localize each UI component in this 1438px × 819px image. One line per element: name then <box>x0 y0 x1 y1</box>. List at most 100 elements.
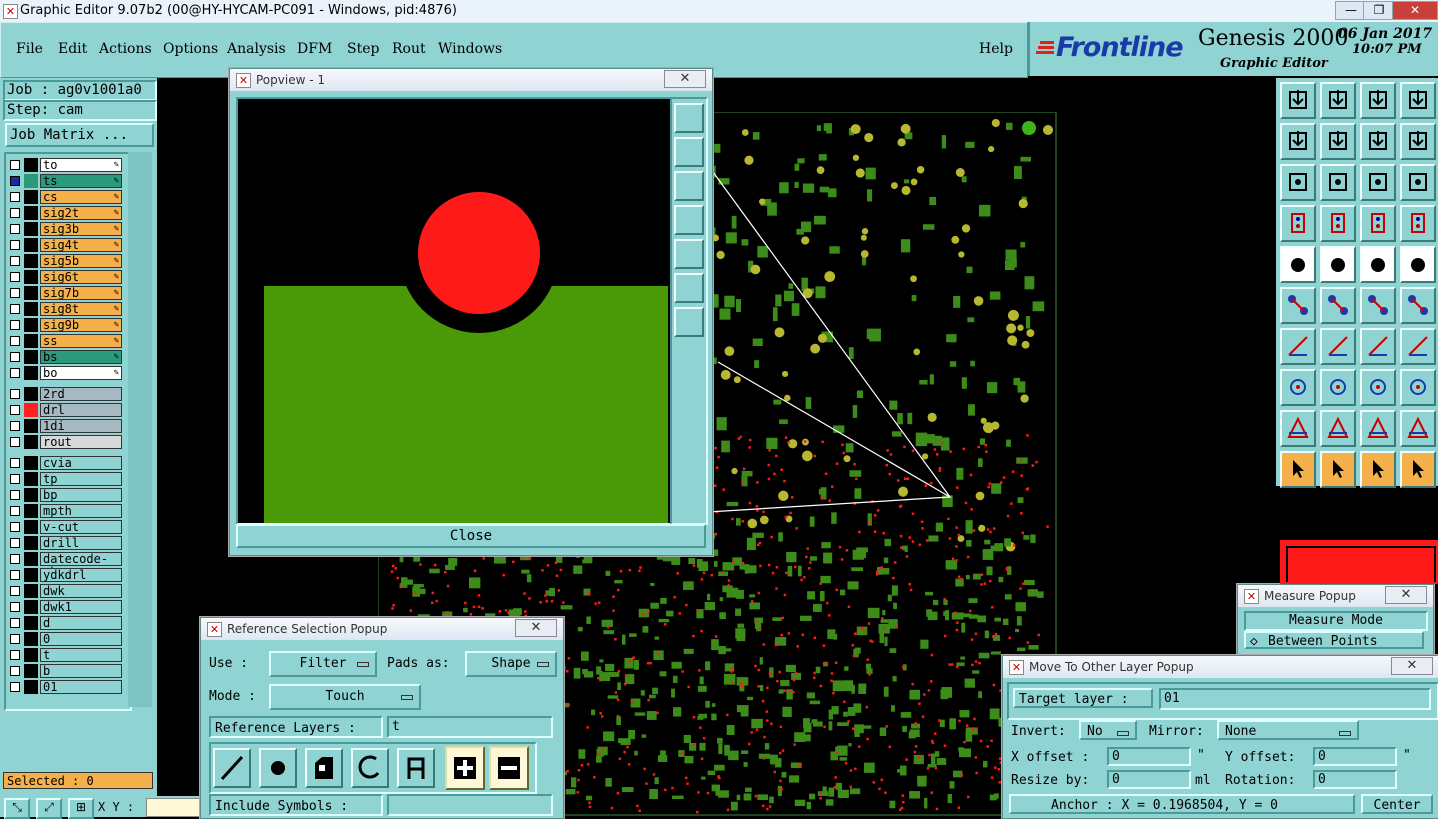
layer-row-bo[interactable]: bo ✎ <box>8 366 124 380</box>
ref-layers-input[interactable]: t <box>387 716 553 738</box>
layer-row-sig7b[interactable]: sig7b ✎ <box>8 286 124 300</box>
rotation-input[interactable]: 0 <box>1313 770 1397 789</box>
s-icon[interactable] <box>1400 123 1436 160</box>
select-arrow-icon[interactable] <box>1280 451 1316 488</box>
pv-zoom-out-icon[interactable] <box>674 307 704 337</box>
layer-row-2rd[interactable]: 2rd <box>8 387 124 401</box>
arc-symbol-icon[interactable] <box>351 748 389 788</box>
menu-step[interactable]: Step <box>347 41 379 57</box>
layer-checkbox[interactable] <box>10 389 20 399</box>
measure-mode-option[interactable]: ◇ Between Points <box>1244 631 1424 649</box>
center-icon[interactable] <box>1360 369 1396 406</box>
layer-checkbox[interactable] <box>10 304 20 314</box>
layer-checkbox[interactable] <box>10 272 20 282</box>
select-circle-icon[interactable] <box>1360 451 1396 488</box>
menu-windows[interactable]: Windows <box>438 41 502 57</box>
mode-dropdown[interactable]: Touch <box>269 684 421 710</box>
layer-checkbox[interactable] <box>10 618 20 628</box>
pv-pan-left-icon[interactable] <box>674 205 704 235</box>
layer-row-sig9b[interactable]: sig9b ✎ <box>8 318 124 332</box>
ruler-icon[interactable] <box>1360 246 1396 283</box>
pv-zoom-in-icon[interactable] <box>674 273 704 303</box>
layer-checkbox[interactable] <box>10 506 20 516</box>
layer-row-tp[interactable]: tp <box>8 472 124 486</box>
layer-row-cs[interactable]: cs ✎ <box>8 190 124 204</box>
maximize-button[interactable]: ❐ <box>1363 1 1395 20</box>
menu-analysis[interactable]: Analysis <box>227 41 286 57</box>
layer-checkbox[interactable] <box>10 602 20 612</box>
net-icon[interactable] <box>1280 287 1316 324</box>
popview-canvas[interactable] <box>236 97 672 525</box>
layer-row-0[interactable]: 0 <box>8 632 124 646</box>
layer-checkbox[interactable] <box>10 160 20 170</box>
layer-row-mpth[interactable]: mpth <box>8 504 124 518</box>
select-box-icon[interactable] <box>1320 451 1356 488</box>
layer-checkbox[interactable] <box>10 421 20 431</box>
layer-row-t[interactable]: t <box>8 648 124 662</box>
anchor-button[interactable]: Anchor : X = 0.1968504, Y = 0 <box>1009 794 1355 814</box>
flip-icon[interactable] <box>1400 328 1436 365</box>
pv-pan-down-icon[interactable] <box>674 171 704 201</box>
layer-stack-red-icon[interactable] <box>1400 205 1436 242</box>
layer-checkbox[interactable] <box>10 405 20 415</box>
layer-row-ydkdrl[interactable]: ydkdrl <box>8 568 124 582</box>
layer-checkbox[interactable] <box>10 176 20 186</box>
layer-row-01[interactable]: 01 <box>8 680 124 694</box>
layer-list-scrollbar[interactable] <box>128 152 152 707</box>
layer-row-rout[interactable]: rout <box>8 435 124 449</box>
layer-checkbox[interactable] <box>10 554 20 564</box>
fit-arrow-icon[interactable]: ⤢ <box>36 798 62 819</box>
layer-row-datecode-pbe[interactable]: datecode-pbe <box>8 552 124 579</box>
layer-checkbox[interactable] <box>10 240 20 250</box>
round-pad-icon[interactable] <box>1400 246 1436 283</box>
menu-actions[interactable]: Actions <box>99 41 152 57</box>
pad-add-icon[interactable] <box>1280 246 1316 283</box>
layer-checkbox[interactable] <box>10 570 20 580</box>
layer-checkbox[interactable] <box>10 650 20 660</box>
include-symbols-input[interactable] <box>387 794 553 816</box>
group-icon[interactable] <box>1400 369 1436 406</box>
snap-icon[interactable] <box>1320 246 1356 283</box>
invert-dropdown[interactable]: No <box>1079 720 1137 740</box>
y-offset-input[interactable]: 0 <box>1313 747 1397 766</box>
layer-checkbox[interactable] <box>10 522 20 532</box>
rotate-icon[interactable] <box>1360 328 1396 365</box>
measure-close-x[interactable]: ✕ <box>1385 586 1427 604</box>
select-route-icon[interactable] <box>1400 451 1436 488</box>
grid-icon[interactable] <box>1320 205 1356 242</box>
triangle-up-icon[interactable] <box>1320 410 1356 447</box>
mirror-dropdown[interactable]: None <box>1217 720 1359 740</box>
popview-close-button[interactable]: Close <box>236 524 706 548</box>
zoom-arrow-icon[interactable]: ⤡ <box>4 798 30 819</box>
menu-options[interactable]: Options <box>163 41 218 57</box>
fit-icon[interactable] <box>1280 164 1316 201</box>
layer-checkbox[interactable] <box>10 474 20 484</box>
layer-row-1di[interactable]: 1di <box>8 419 124 433</box>
help-icon[interactable] <box>1400 164 1436 201</box>
layer-checkbox[interactable] <box>10 320 20 330</box>
add-symbol-button[interactable] <box>445 746 485 790</box>
layer-checkbox[interactable] <box>10 538 20 548</box>
swap-icon[interactable] <box>1360 123 1396 160</box>
pv-window-icon[interactable] <box>674 103 704 133</box>
center-button[interactable]: Center <box>1361 794 1433 814</box>
connect-icon[interactable] <box>1360 287 1396 324</box>
use-dropdown[interactable]: Filter <box>269 651 377 677</box>
layer-checkbox[interactable] <box>10 586 20 596</box>
layer-row-dwk1[interactable]: dwk1 <box>8 600 124 614</box>
layer-row-dwk[interactable]: dwk <box>8 584 124 598</box>
layer-checkbox[interactable] <box>10 682 20 692</box>
layer-checkbox[interactable] <box>10 490 20 500</box>
layer-row-b[interactable]: b <box>8 664 124 678</box>
zoom-icon[interactable] <box>1320 164 1356 201</box>
surface-symbol-icon[interactable] <box>305 748 343 788</box>
menu-file[interactable]: File <box>16 41 43 57</box>
layer-checkbox[interactable] <box>10 224 20 234</box>
menu-help[interactable]: Help <box>979 41 1013 57</box>
layer-row-bp[interactable]: bp <box>8 488 124 502</box>
triangle-down-icon[interactable] <box>1400 410 1436 447</box>
layer-checkbox[interactable] <box>10 634 20 644</box>
layer-row-sig4t[interactable]: sig4t ✎ <box>8 238 124 252</box>
layer-row-drl[interactable]: drl <box>8 403 124 417</box>
close-window-button[interactable]: ✕ <box>1392 1 1438 20</box>
